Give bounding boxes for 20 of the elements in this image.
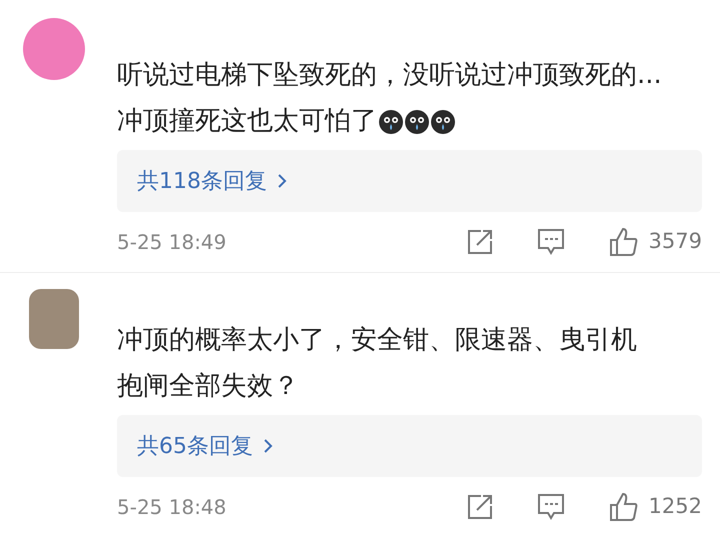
comment-text: 听说过电梯下坠致死的，没听说过冲顶致死的... 冲顶撞死这也太可怕了 xyxy=(117,59,663,138)
comment-text: 冲顶的概率太小了，安全钳、限速器、曳引机 抱闸全部失效？ xyxy=(117,324,638,403)
comment-icon[interactable] xyxy=(536,493,565,521)
like-count: 1252 xyxy=(648,493,702,520)
chevron-right-icon xyxy=(277,173,287,189)
crying-face-icon xyxy=(379,110,403,134)
share-icon[interactable] xyxy=(466,229,493,255)
share-icon[interactable] xyxy=(466,494,493,520)
comment-time: 5-25 18:49 xyxy=(117,229,228,256)
crying-face-icon xyxy=(405,110,429,134)
replies-link[interactable]: 共65条回复 xyxy=(117,415,702,477)
like-count: 3579 xyxy=(648,228,702,256)
avatar-placeholder[interactable] xyxy=(28,289,78,349)
thumbs-up-icon[interactable] xyxy=(608,492,639,522)
thumbs-up-icon[interactable] xyxy=(608,227,639,257)
comment-icon[interactable] xyxy=(536,228,565,256)
crying-face-icon xyxy=(431,110,455,134)
comment-time: 5-25 18:48 xyxy=(117,494,228,521)
chevron-right-icon xyxy=(263,438,273,454)
replies-link[interactable]: 共118条回复 xyxy=(117,150,702,212)
